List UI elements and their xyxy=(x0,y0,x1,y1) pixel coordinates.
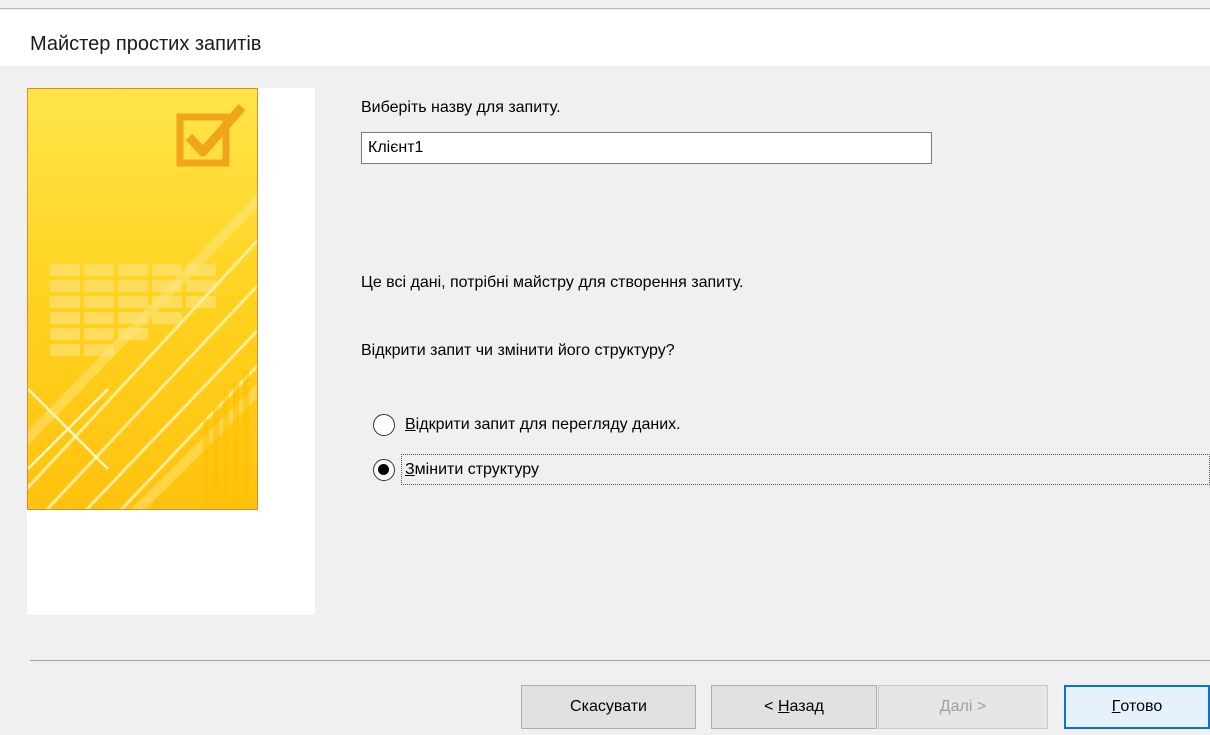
radio-modify-design-label[interactable]: Змінити структуру xyxy=(405,461,539,479)
next-button: Далі > xyxy=(878,685,1048,729)
finish-button[interactable]: Готово xyxy=(1064,685,1210,729)
wizard-illustration xyxy=(27,88,258,510)
open-or-modify-question: Відкрити запит чи змінити його структуру… xyxy=(361,342,675,359)
cancel-button[interactable]: Скасувати xyxy=(521,685,696,729)
radio-open-query[interactable]: Відкрити запит для перегляду даних. xyxy=(373,414,681,436)
query-name-input[interactable] xyxy=(361,132,932,164)
radio-modify-design[interactable]: Змінити структуру xyxy=(373,459,539,481)
button-separator xyxy=(30,660,1210,661)
radio-open-query-indicator[interactable] xyxy=(373,414,395,436)
query-name-prompt: Виберіть назву для запиту. xyxy=(361,99,561,116)
wizard-title: Майстер простих запитів xyxy=(30,33,262,55)
radio-modify-design-indicator[interactable] xyxy=(373,459,395,481)
back-button[interactable]: < Назад xyxy=(711,685,877,729)
wizard-side-panel xyxy=(27,88,315,615)
info-text: Це всі дані, потрібні майстру для створе… xyxy=(361,274,744,291)
radio-open-query-label[interactable]: Відкрити запит для перегляду даних. xyxy=(405,416,681,434)
top-divider xyxy=(0,8,1210,9)
